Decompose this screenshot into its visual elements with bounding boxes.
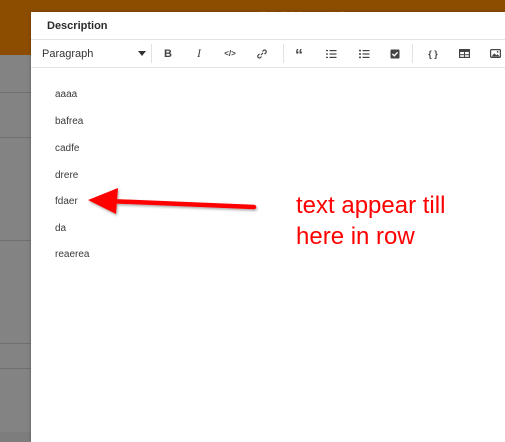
annotation-text: text appear till here in row bbox=[296, 190, 445, 252]
annotation-line-1: text appear till bbox=[296, 192, 446, 219]
annotation-line-2: here in row bbox=[296, 223, 415, 250]
